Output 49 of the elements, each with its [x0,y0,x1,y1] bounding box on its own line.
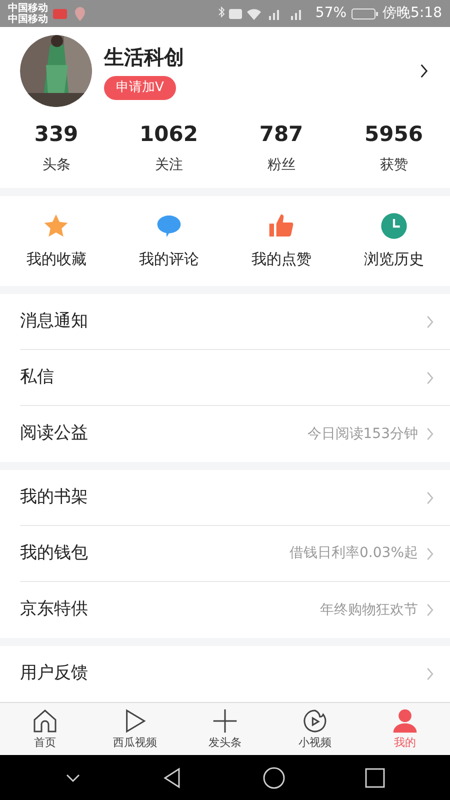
shortcut-button[interactable]: 我的点赞 [225,212,338,270]
shortcut-button[interactable]: 我的收藏 [0,212,112,270]
flame-play-icon [301,707,329,736]
menu-row[interactable]: 我的书架 [20,470,450,526]
menu-detail: 今日阅读153分钟 [307,424,418,444]
home-button-icon[interactable] [262,766,286,790]
chevron-right-icon [418,63,430,80]
chevron-right-icon [426,426,434,442]
menu-row[interactable]: 消息通知 [20,294,450,350]
user-name: 生活科创 [104,44,185,72]
chevron-right-icon [426,546,434,562]
tab-bar-item[interactable]: 发头条 [180,703,270,756]
menu-row[interactable]: 我的钱包 借钱日利率0.03%起 [20,526,450,582]
shortcut-button[interactable]: 浏览历史 [338,212,450,270]
menu-row[interactable]: 京东特供 年终购物狂欢节 [20,582,450,638]
tab-bar-item[interactable]: 小视频 [270,703,360,756]
carrier-name: 中国移动 [8,14,48,25]
person-icon [391,707,419,736]
stat-item[interactable]: 787 粉丝 [225,119,338,176]
menu-row[interactable]: 阅读公益 今日阅读153分钟 [20,406,450,462]
chevron-right-icon [426,602,434,618]
chevron-right-icon [426,490,434,506]
menu-label: 阅读公益 [20,422,89,446]
map-pin-icon [72,6,88,22]
battery-icon [350,6,379,22]
chevron-right-icon [426,314,434,330]
stat-item[interactable]: 1062 关注 [112,119,225,176]
stat-item[interactable]: 5956 获赞 [338,119,450,176]
menu-label: 京东特供 [20,598,89,622]
chevron-right-icon [426,666,434,682]
battery-percent: 57% [315,4,347,24]
plus-icon [211,707,239,736]
menu-detail: 借钱日利率0.03%起 [290,544,418,564]
recent-apps-icon[interactable] [363,766,388,790]
stat-item[interactable]: 339 头条 [0,119,112,176]
menu-label: 我的钱包 [20,542,89,565]
tab-bar-item[interactable]: 首页 [0,703,90,756]
shortcut-button[interactable]: 我的评论 [112,212,225,270]
chevron-right-icon [426,370,434,386]
clock-time: 傍晚5:18 [382,4,442,24]
carrier-name: 中国移动 [8,2,48,14]
menu-detail: 年终购物狂欢节 [320,600,418,620]
menu-label: 用户反馈 [20,662,89,686]
menu-label: 私信 [20,366,55,389]
menu-label: 我的书架 [20,486,89,509]
menu-row[interactable]: 私信 [20,350,450,406]
menu-label: 消息通知 [20,310,89,333]
tab-bar-item[interactable]: 西瓜视频 [90,703,180,756]
home-icon [31,707,59,736]
